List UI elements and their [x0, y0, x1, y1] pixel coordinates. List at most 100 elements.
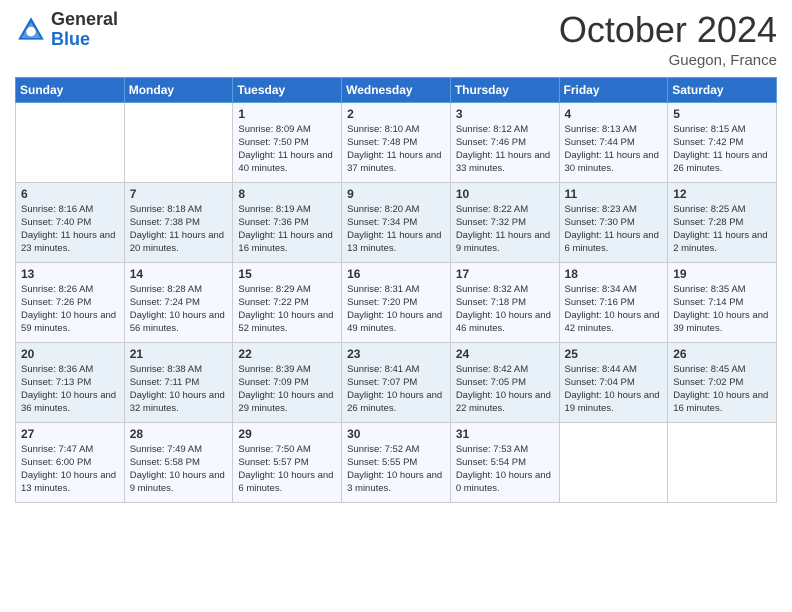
- day-number: 29: [238, 427, 336, 441]
- day-cell: 12 Sunrise: 8:25 AMSunset: 7:28 PMDayligh…: [668, 182, 777, 262]
- day-info: Sunrise: 8:15 AMSunset: 7:42 PMDaylight:…: [673, 123, 771, 176]
- day-number: 11: [565, 187, 663, 201]
- day-number: 14: [130, 267, 228, 281]
- col-wednesday: Wednesday: [342, 77, 451, 102]
- day-cell: 25Sunrise: 8:44 AMSunset: 7:04 PMDayligh…: [559, 342, 668, 422]
- day-number: 5: [673, 107, 771, 121]
- day-info: Sunrise: 8:28 AMSunset: 7:24 PMDaylight:…: [130, 283, 228, 336]
- day-cell: 16Sunrise: 8:31 AMSunset: 7:20 PMDayligh…: [342, 262, 451, 342]
- day-cell: 26 Sunrise: 8:45 AMSunset: 7:02 PMDayligh…: [668, 342, 777, 422]
- calendar-table: Sunday Monday Tuesday Wednesday Thursday…: [15, 77, 777, 503]
- day-number: 13: [21, 267, 119, 281]
- day-info: Sunrise: 8:20 AMSunset: 7:34 PMDaylight:…: [347, 203, 445, 256]
- day-number: 6: [21, 187, 119, 201]
- header: General Blue October 2024 Guegon, France: [15, 10, 777, 69]
- week-row-1: 1 Sunrise: 8:09 AMSunset: 7:50 PMDaylight…: [16, 102, 777, 182]
- logo: General Blue: [15, 10, 118, 50]
- day-info: Sunrise: 7:49 AMSunset: 5:58 PMDaylight:…: [130, 443, 228, 496]
- day-number: 7: [130, 187, 228, 201]
- location: Guegon, France: [559, 52, 777, 69]
- day-cell: 21Sunrise: 8:38 AMSunset: 7:11 PMDayligh…: [124, 342, 233, 422]
- day-cell: 9 Sunrise: 8:20 AMSunset: 7:34 PMDaylight…: [342, 182, 451, 262]
- page: General Blue October 2024 Guegon, France…: [0, 0, 792, 612]
- day-number: 26: [673, 347, 771, 361]
- day-number: 2: [347, 107, 445, 121]
- day-info: Sunrise: 8:12 AMSunset: 7:46 PMDaylight:…: [456, 123, 554, 176]
- day-info: Sunrise: 7:47 AMSunset: 6:00 PMDaylight:…: [21, 443, 119, 496]
- week-row-2: 6Sunrise: 8:16 AMSunset: 7:40 PMDaylight…: [16, 182, 777, 262]
- day-cell: 31 Sunrise: 7:53 AMSunset: 5:54 PMDayligh…: [450, 422, 559, 502]
- day-cell: 10Sunrise: 8:22 AMSunset: 7:32 PMDayligh…: [450, 182, 559, 262]
- day-info: Sunrise: 8:35 AMSunset: 7:14 PMDaylight:…: [673, 283, 771, 336]
- day-number: 17: [456, 267, 554, 281]
- week-row-5: 27 Sunrise: 7:47 AMSunset: 6:00 PMDayligh…: [16, 422, 777, 502]
- day-info: Sunrise: 8:36 AMSunset: 7:13 PMDaylight:…: [21, 363, 119, 416]
- day-cell: 20 Sunrise: 8:36 AMSunset: 7:13 PMDayligh…: [16, 342, 125, 422]
- col-sunday: Sunday: [16, 77, 125, 102]
- day-cell: 5 Sunrise: 8:15 AMSunset: 7:42 PMDaylight…: [668, 102, 777, 182]
- logo-icon: [15, 14, 47, 46]
- day-cell: [559, 422, 668, 502]
- day-cell: 15 Sunrise: 8:29 AMSunset: 7:22 PMDayligh…: [233, 262, 342, 342]
- day-number: 1: [238, 107, 336, 121]
- day-cell: 4Sunrise: 8:13 AMSunset: 7:44 PMDaylight…: [559, 102, 668, 182]
- day-cell: 14 Sunrise: 8:28 AMSunset: 7:24 PMDayligh…: [124, 262, 233, 342]
- day-info: Sunrise: 8:19 AMSunset: 7:36 PMDaylight:…: [238, 203, 336, 256]
- day-cell: 13Sunrise: 8:26 AMSunset: 7:26 PMDayligh…: [16, 262, 125, 342]
- day-cell: 28 Sunrise: 7:49 AMSunset: 5:58 PMDayligh…: [124, 422, 233, 502]
- header-row: Sunday Monday Tuesday Wednesday Thursday…: [16, 77, 777, 102]
- day-number: 22: [238, 347, 336, 361]
- day-cell: 7 Sunrise: 8:18 AMSunset: 7:38 PMDaylight…: [124, 182, 233, 262]
- day-number: 30: [347, 427, 445, 441]
- day-info: Sunrise: 8:23 AMSunset: 7:30 PMDaylight:…: [565, 203, 663, 256]
- day-cell: 3 Sunrise: 8:12 AMSunset: 7:46 PMDaylight…: [450, 102, 559, 182]
- day-cell: 2Sunrise: 8:10 AMSunset: 7:48 PMDaylight…: [342, 102, 451, 182]
- day-number: 23: [347, 347, 445, 361]
- day-cell: 11 Sunrise: 8:23 AMSunset: 7:30 PMDayligh…: [559, 182, 668, 262]
- day-info: Sunrise: 8:42 AMSunset: 7:05 PMDaylight:…: [456, 363, 554, 416]
- day-number: 9: [347, 187, 445, 201]
- day-number: 27: [21, 427, 119, 441]
- week-row-3: 13Sunrise: 8:26 AMSunset: 7:26 PMDayligh…: [16, 262, 777, 342]
- day-info: Sunrise: 8:22 AMSunset: 7:32 PMDaylight:…: [456, 203, 554, 256]
- logo-text: General Blue: [51, 10, 118, 50]
- col-tuesday: Tuesday: [233, 77, 342, 102]
- day-info: Sunrise: 8:41 AMSunset: 7:07 PMDaylight:…: [347, 363, 445, 416]
- day-info: Sunrise: 7:52 AMSunset: 5:55 PMDaylight:…: [347, 443, 445, 496]
- day-cell: 30 Sunrise: 7:52 AMSunset: 5:55 PMDayligh…: [342, 422, 451, 502]
- day-number: 18: [565, 267, 663, 281]
- day-cell: 6Sunrise: 8:16 AMSunset: 7:40 PMDaylight…: [16, 182, 125, 262]
- day-number: 20: [21, 347, 119, 361]
- day-info: Sunrise: 8:09 AMSunset: 7:50 PMDaylight:…: [238, 123, 336, 176]
- day-cell: 1 Sunrise: 8:09 AMSunset: 7:50 PMDaylight…: [233, 102, 342, 182]
- day-cell: 23 Sunrise: 8:41 AMSunset: 7:07 PMDayligh…: [342, 342, 451, 422]
- day-info: Sunrise: 8:18 AMSunset: 7:38 PMDaylight:…: [130, 203, 228, 256]
- logo-general-text: General: [51, 10, 118, 30]
- day-cell: 18Sunrise: 8:34 AMSunset: 7:16 PMDayligh…: [559, 262, 668, 342]
- col-monday: Monday: [124, 77, 233, 102]
- day-number: 3: [456, 107, 554, 121]
- title-block: October 2024 Guegon, France: [559, 10, 777, 69]
- day-number: 31: [456, 427, 554, 441]
- col-saturday: Saturday: [668, 77, 777, 102]
- day-number: 15: [238, 267, 336, 281]
- day-number: 25: [565, 347, 663, 361]
- day-cell: 24Sunrise: 8:42 AMSunset: 7:05 PMDayligh…: [450, 342, 559, 422]
- day-cell: 22Sunrise: 8:39 AMSunset: 7:09 PMDayligh…: [233, 342, 342, 422]
- day-cell: 8Sunrise: 8:19 AMSunset: 7:36 PMDaylight…: [233, 182, 342, 262]
- day-number: 28: [130, 427, 228, 441]
- day-info: Sunrise: 8:25 AMSunset: 7:28 PMDaylight:…: [673, 203, 771, 256]
- day-info: Sunrise: 8:32 AMSunset: 7:18 PMDaylight:…: [456, 283, 554, 336]
- col-thursday: Thursday: [450, 77, 559, 102]
- day-info: Sunrise: 8:31 AMSunset: 7:20 PMDaylight:…: [347, 283, 445, 336]
- day-number: 12: [673, 187, 771, 201]
- day-info: Sunrise: 8:29 AMSunset: 7:22 PMDaylight:…: [238, 283, 336, 336]
- day-cell: [668, 422, 777, 502]
- day-info: Sunrise: 7:53 AMSunset: 5:54 PMDaylight:…: [456, 443, 554, 496]
- day-cell: 27 Sunrise: 7:47 AMSunset: 6:00 PMDayligh…: [16, 422, 125, 502]
- day-cell: [124, 102, 233, 182]
- day-cell: [16, 102, 125, 182]
- day-info: Sunrise: 8:45 AMSunset: 7:02 PMDaylight:…: [673, 363, 771, 416]
- day-number: 19: [673, 267, 771, 281]
- logo-blue-text: Blue: [51, 30, 118, 50]
